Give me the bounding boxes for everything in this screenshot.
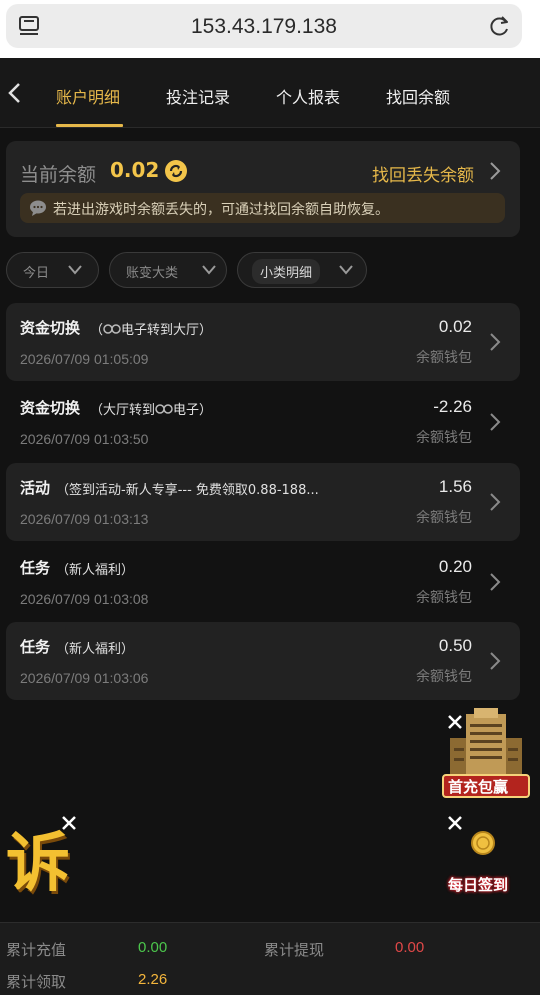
record-row[interactable]: 资金切换 （大厅转到 电子） 2026/07/09 01:03:50 -2.26 …: [6, 383, 520, 461]
filter-subcategory-label: 小类明细: [252, 259, 321, 284]
chevron-right-icon: [490, 413, 501, 431]
record-row[interactable]: 资金切换 （电子转到大厅） 2026/07/09 01:05:09 0.02 余…: [6, 303, 520, 381]
record-wallet: 余额钱包: [416, 430, 472, 446]
pg-logo-icon: [155, 404, 173, 414]
record-title: 活动: [20, 479, 51, 497]
record-subtitle: （新人福利）: [56, 563, 135, 578]
record-row[interactable]: 任务 （新人福利） 2026/07/09 01:03:06 0.50 余额钱包: [6, 622, 520, 700]
reload-icon[interactable]: [488, 14, 512, 38]
url-text[interactable]: 153.43.179.138: [6, 15, 522, 39]
filter-category-label: 账变大类: [126, 266, 179, 281]
balance-label: 当前余额: [20, 164, 97, 186]
chevron-right-icon: [490, 573, 501, 591]
record-date: 2026/07/09 01:03:06: [20, 670, 149, 686]
record-amount: 0.20: [438, 557, 472, 576]
balance-value: 0.02: [110, 158, 160, 182]
record-wallet: 余额钱包: [416, 669, 472, 685]
browser-bar: 153.43.179.138: [0, 0, 540, 58]
total-claim-value: 2.26: [138, 971, 168, 988]
daily-checkin-promo[interactable]: 每日签到: [446, 826, 528, 896]
chevron-down-icon: [68, 265, 82, 275]
record-date: 2026/07/09 01:03:08: [20, 591, 149, 607]
record-amount: 0.50: [438, 636, 472, 655]
record-date: 2026/07/09 01:03:13: [20, 511, 149, 527]
record-amount: 1.56: [438, 477, 472, 496]
address-bar[interactable]: 153.43.179.138: [6, 4, 522, 48]
total-deposit-value: 0.00: [138, 939, 168, 956]
chevron-right-icon: [490, 333, 501, 351]
chat-bubble-icon: [30, 200, 46, 216]
top-nav: 账户明细 投注记录 个人报表 找回余额: [0, 58, 540, 128]
filter-date[interactable]: 今日: [6, 252, 99, 288]
record-subtitle: （电子转到大厅）: [90, 323, 213, 338]
record-wallet: 余额钱包: [416, 510, 472, 526]
gold-coin-icon: [471, 831, 495, 855]
chevron-right-icon: [490, 652, 501, 670]
record-subtitle: （大厅转到 电子）: [90, 403, 213, 418]
close-icon[interactable]: [446, 814, 464, 832]
record-date: 2026/07/09 01:03:50: [20, 431, 149, 447]
total-withdraw-value: 0.00: [395, 939, 425, 956]
record-date: 2026/07/09 01:05:09: [20, 351, 149, 367]
first-deposit-label: 首充包赢: [448, 778, 509, 796]
notice-banner: 若进出游戏时余额丢失的，可通过找回余额自助恢复。: [20, 193, 505, 223]
record-wallet: 余额钱包: [416, 590, 472, 606]
record-title: 资金切换: [20, 319, 81, 337]
total-deposit-label: 累计充值: [6, 941, 67, 959]
daily-checkin-label: 每日签到: [448, 876, 509, 894]
chevron-right-icon[interactable]: [488, 161, 502, 181]
record-subtitle: （签到活动-新人专享--- 免费领取0.88-188...: [56, 483, 319, 498]
notice-text: 若进出游戏时余额丢失的，可通过找回余额自助恢复。: [53, 202, 389, 218]
record-subtitle: （新人福利）: [56, 642, 135, 657]
tab-personal-report[interactable]: 个人报表: [276, 84, 340, 108]
tab-bet-records[interactable]: 投注记录: [166, 84, 230, 108]
recover-lost-balance-link[interactable]: 找回丢失余额: [372, 161, 474, 186]
record-row[interactable]: 任务 （新人福利） 2026/07/09 01:03:08 0.20 余额钱包: [6, 543, 520, 621]
total-claim-label: 累计领取: [6, 973, 67, 991]
total-withdraw-label: 累计提现: [264, 941, 325, 959]
record-title: 资金切换: [20, 399, 81, 417]
refresh-balance-icon[interactable]: [164, 159, 188, 183]
close-icon[interactable]: [60, 814, 78, 832]
record-title: 任务: [20, 559, 51, 577]
filter-change-category[interactable]: 账变大类: [109, 252, 227, 288]
filter-date-label: 今日: [23, 266, 50, 281]
chevron-down-icon: [202, 265, 216, 275]
chevron-right-icon: [490, 493, 501, 511]
back-icon[interactable]: [6, 82, 26, 104]
filter-subcategory[interactable]: 小类明细: [237, 252, 367, 288]
tab-account-detail[interactable]: 账户明细: [56, 84, 120, 108]
record-row[interactable]: 活动 （签到活动-新人专享--- 免费领取0.88-188... 2026/07…: [6, 463, 520, 541]
close-icon[interactable]: [446, 713, 464, 731]
chevron-down-icon: [339, 265, 353, 275]
balance-card: 当前余额 0.02 找回丢失余额 若进出游戏时余额丢失的，可通过找回余额自助恢复…: [6, 141, 520, 237]
tab-recover-balance[interactable]: 找回余额: [386, 84, 450, 108]
active-tab-indicator: [56, 124, 123, 127]
record-wallet: 余额钱包: [416, 350, 472, 366]
record-amount: 0.02: [438, 317, 472, 336]
record-amount: -2.26: [433, 397, 472, 416]
totals-footer: 累计充值 0.00 累计提现 0.00 累计领取 2.26: [0, 922, 540, 995]
pg-logo-icon: [103, 324, 121, 334]
record-title: 任务: [20, 638, 51, 656]
